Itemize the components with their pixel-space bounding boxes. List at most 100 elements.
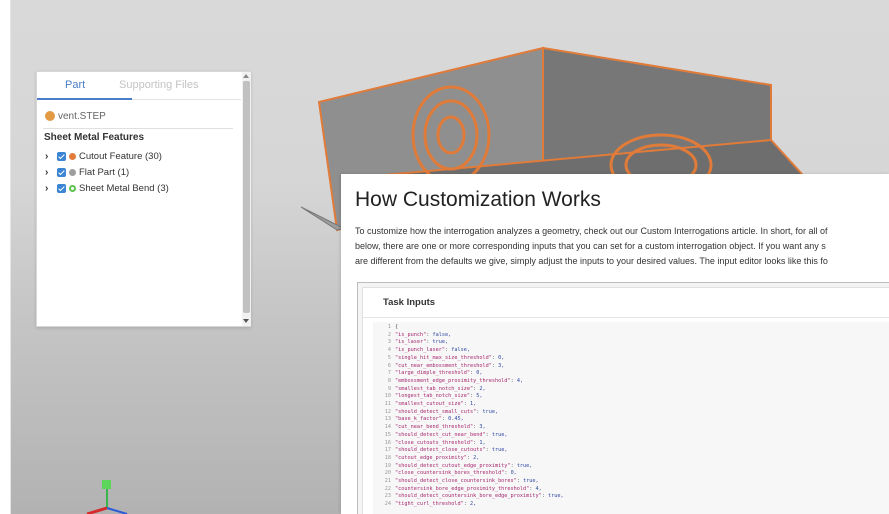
feature-row-flat-part[interactable]: › Flat Part (1) [45,165,129,179]
bend-color-dot-icon [69,184,76,192]
json-value: 3, [479,424,486,431]
tab-supporting-files[interactable]: Supporting Files [119,79,199,91]
code-line: 2 "is_punch": false, [373,332,451,339]
json-key: "should_detect_cutout_edge_proximity" [395,462,511,469]
code-line: 15 "should_detect_cut_near_bend": true, [373,431,508,439]
panel-tabs: Part Supporting Files [37,72,241,100]
code-line: 14 "cut_near_bend_threshold": 3, [373,424,486,431]
line-number: 16 [384,439,391,446]
line-number: 13 [384,416,391,423]
line-number: 1 [387,324,391,330]
feature-label: Cutout Feature (30) [79,150,162,162]
code-line: 23 "should_detect_countersink_bore_edge_p… [373,493,564,500]
json-key: "should_detect_close_cutouts" [395,447,486,454]
line-number: 24 [384,501,391,508]
feature-label: Flat Part (1) [79,166,130,178]
line-number: 17 [384,447,391,454]
json-value: 1, [469,401,477,407]
json-key: "smallest_tab_notch_size" [395,385,474,392]
panel-scrollbar[interactable] [242,72,251,326]
axis-triad [86,480,128,514]
line-number: 9 [387,385,391,392]
line-number: 19 [384,462,391,469]
file-name: vent.STEP [58,110,106,122]
tab-part[interactable]: Part [65,79,85,91]
code-line: 10 "longest_tab_notch_size": 5, [373,393,483,400]
scroll-down-arrow-icon[interactable] [243,319,249,323]
code-line: 18 "cutout_edge_proximity": 2, [373,454,480,462]
code-line: 21 "should_detect_close_countersink_bores… [373,478,539,485]
line-number: 5 [387,354,391,361]
json-key: "countersink_bore_edge_proximity_thresho… [395,485,530,492]
task-inputs-header: Task Inputs [363,288,889,318]
file-item[interactable]: vent.STEP [45,109,106,123]
scroll-up-arrow-icon[interactable] [243,74,249,78]
json-code-editor[interactable]: 1{2 "is_punch": false, 3 "is_laser": true, 4… [373,322,889,514]
flat-part-color-dot-icon [69,168,76,176]
line-number: 6 [387,362,391,369]
feature-row-bend[interactable]: › Sheet Metal Bend (3) [45,181,169,195]
part-panel: Part Supporting Files vent.STEP Sheet Me… [36,71,251,327]
line-number: 10 [384,393,391,400]
code-line: 1{ [373,324,398,331]
code-line: 24 "tight_curl_threshold": 2, [373,501,476,508]
checkbox[interactable] [57,183,66,193]
json-key: "base_k_factor" [395,416,442,423]
json-key: "cut_near_bend_threshold" [395,424,474,431]
json-value: 2, [473,454,480,461]
json-value: 0, [510,470,517,477]
code-line: 22 "countersink_bore_edge_proximity_thres… [373,486,542,493]
json-key: "cut_near_embossment_threshold" [395,362,492,369]
divider [43,128,233,129]
checkbox[interactable] [57,167,66,177]
json-value: false, [451,347,470,354]
json-key: "is_punch" [395,331,427,338]
code-line: 16 "close_cutouts_threshold": 1, [373,440,486,447]
json-key: "smallest_cutout_size" [395,401,464,407]
chevron-right-icon[interactable]: › [45,167,54,178]
json-value: { [395,324,399,330]
json-value: true, [482,408,499,415]
code-line: 9 "smallest_tab_notch_size": 2, [373,386,486,393]
json-key: "embossment_edge_proximity_threshold" [395,377,511,384]
feature-label: Sheet Metal Bend (3) [79,182,169,194]
chevron-right-icon[interactable]: › [45,151,54,162]
code-line: 17 "should_detect_close_cutouts": true, [373,447,508,454]
code-line: 7 "large_dimple_threshold": 0, [373,370,483,377]
json-value: 1, [479,439,486,446]
json-key: "should_detect_countersink_bore_edge_pro… [395,493,542,500]
json-key: "close_cutouts_threshold" [395,439,474,446]
feature-row-cutout[interactable]: › Cutout Feature (30) [45,149,162,163]
scroll-thumb[interactable] [243,81,250,313]
json-value: 0.45, [448,416,464,423]
documentation-panel: How Customization Works To customize how… [341,174,889,514]
json-value: true, [548,493,564,500]
json-key: "is_laser" [395,339,427,346]
doc-paragraph-line: below, there are one or more correspondi… [355,241,826,251]
line-number: 11 [384,401,391,407]
json-value: 2, [469,501,477,508]
json-key: "tight_curl_threshold" [395,501,464,508]
doc-title: How Customization Works [355,188,601,211]
json-value: 5, [476,393,483,400]
line-number: 4 [387,347,391,354]
code-line: 6 "cut_near_embossment_threshold": 3, [373,363,504,370]
chevron-right-icon[interactable]: › [45,183,54,194]
line-number: 8 [387,377,391,384]
json-value: true, [432,339,449,346]
line-number: 15 [384,431,391,438]
json-value: 4, [516,377,524,384]
json-key: "large_dimple_threshold" [395,370,470,377]
task-inputs-card: Task Inputs 1{2 "is_punch": false, 3 "is_la… [362,287,889,514]
code-line: 8 "embossment_edge_proximity_threshold": … [373,378,523,385]
line-number: 22 [384,485,391,492]
checkbox[interactable] [57,151,66,161]
json-key: "single_hit_max_size_threshold" [395,354,492,361]
doc-paragraph-line: To customize how the interrogation analy… [355,226,828,236]
line-number: 21 [384,478,391,484]
json-key: "is_punch_laser" [395,347,445,354]
line-number: 7 [387,370,391,377]
json-value: false, [432,331,452,338]
json-key: "should_detect_close_countersink_bores" [395,478,517,484]
json-key: "close_countersink_bores_threshold" [395,470,505,477]
